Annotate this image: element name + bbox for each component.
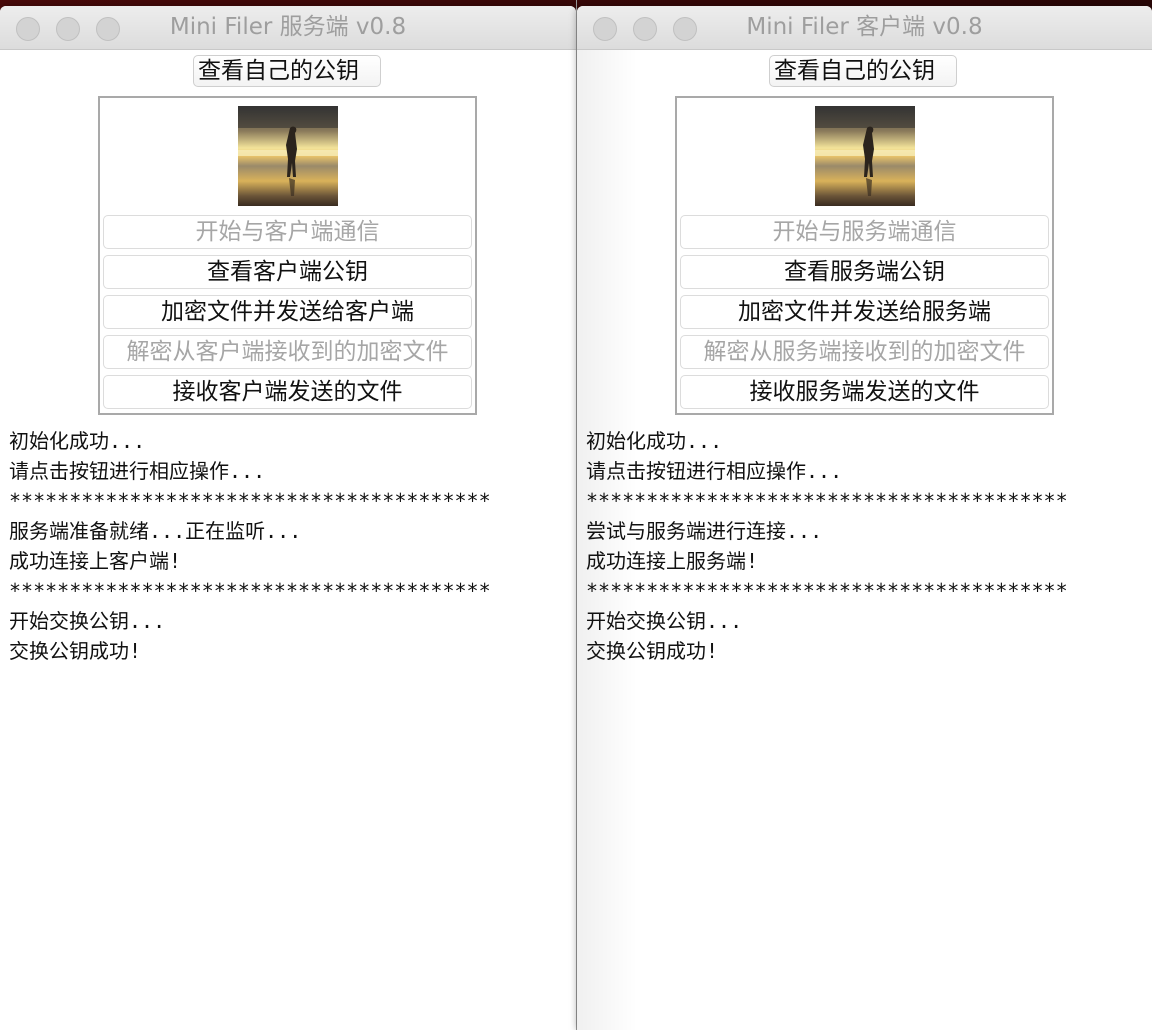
window-title: Mini Filer 客户端 v0.8 [746,14,983,40]
log-line: 交换公钥成功! [9,639,142,663]
decrypt-received-button[interactable]: 解密从客户端接收到的加密文件 [103,335,472,369]
server-window: Mini Filer 服务端 v0.8 查看自己的公钥 开始与客户端通信 查看客… [0,6,576,1030]
log-line: 初始化成功... [9,429,146,453]
action-panel: 开始与客户端通信 查看客户端公钥 加密文件并发送给客户端 解密从客户端接收到的加… [98,96,477,415]
log-line: 尝试与服务端进行连接... [586,519,823,543]
log-line: 初始化成功... [586,429,723,453]
start-communication-button[interactable]: 开始与客户端通信 [103,215,472,249]
avatar [815,106,915,206]
log-separator: **************************************** [586,489,1068,513]
log-line: 开始交换公钥... [586,609,743,633]
log-separator: **************************************** [586,579,1068,603]
start-communication-button[interactable]: 开始与服务端通信 [680,215,1049,249]
view-own-key-button[interactable]: 查看自己的公钥 [193,55,381,87]
encrypt-send-button[interactable]: 加密文件并发送给服务端 [680,295,1049,329]
receive-file-button[interactable]: 接收服务端发送的文件 [680,375,1049,409]
client-titlebar[interactable]: Mini Filer 客户端 v0.8 [577,6,1152,50]
log-line: 成功连接上客户端! [9,549,182,573]
log-line: 请点击按钮进行相应操作... [9,459,266,483]
view-peer-key-button[interactable]: 查看客户端公钥 [103,255,472,289]
decrypt-received-button[interactable]: 解密从服务端接收到的加密文件 [680,335,1049,369]
action-panel: 开始与服务端通信 查看服务端公钥 加密文件并发送给服务端 解密从服务端接收到的加… [675,96,1054,415]
log-output: 初始化成功... 请点击按钮进行相应操作... ****************… [586,426,1152,666]
log-line: 成功连接上服务端! [586,549,759,573]
log-line: 服务端准备就绪...正在监听... [9,519,302,543]
receive-file-button[interactable]: 接收客户端发送的文件 [103,375,472,409]
log-separator: **************************************** [9,489,491,513]
server-titlebar[interactable]: Mini Filer 服务端 v0.8 [0,6,576,50]
log-separator: **************************************** [9,579,491,603]
avatar [238,106,338,206]
window-title: Mini Filer 服务端 v0.8 [169,14,407,40]
beach-silhouette-photo-icon [238,106,338,206]
log-line: 请点击按钮进行相应操作... [586,459,843,483]
log-line: 开始交换公钥... [9,609,166,633]
encrypt-send-button[interactable]: 加密文件并发送给客户端 [103,295,472,329]
view-own-key-button[interactable]: 查看自己的公钥 [769,55,957,87]
log-line: 交换公钥成功! [586,639,719,663]
view-peer-key-button[interactable]: 查看服务端公钥 [680,255,1049,289]
log-output: 初始化成功... 请点击按钮进行相应操作... ****************… [9,426,576,666]
beach-silhouette-photo-icon [815,106,915,206]
client-window: Mini Filer 客户端 v0.8 查看自己的公钥 开始与服务端通信 查看服… [577,6,1152,1030]
